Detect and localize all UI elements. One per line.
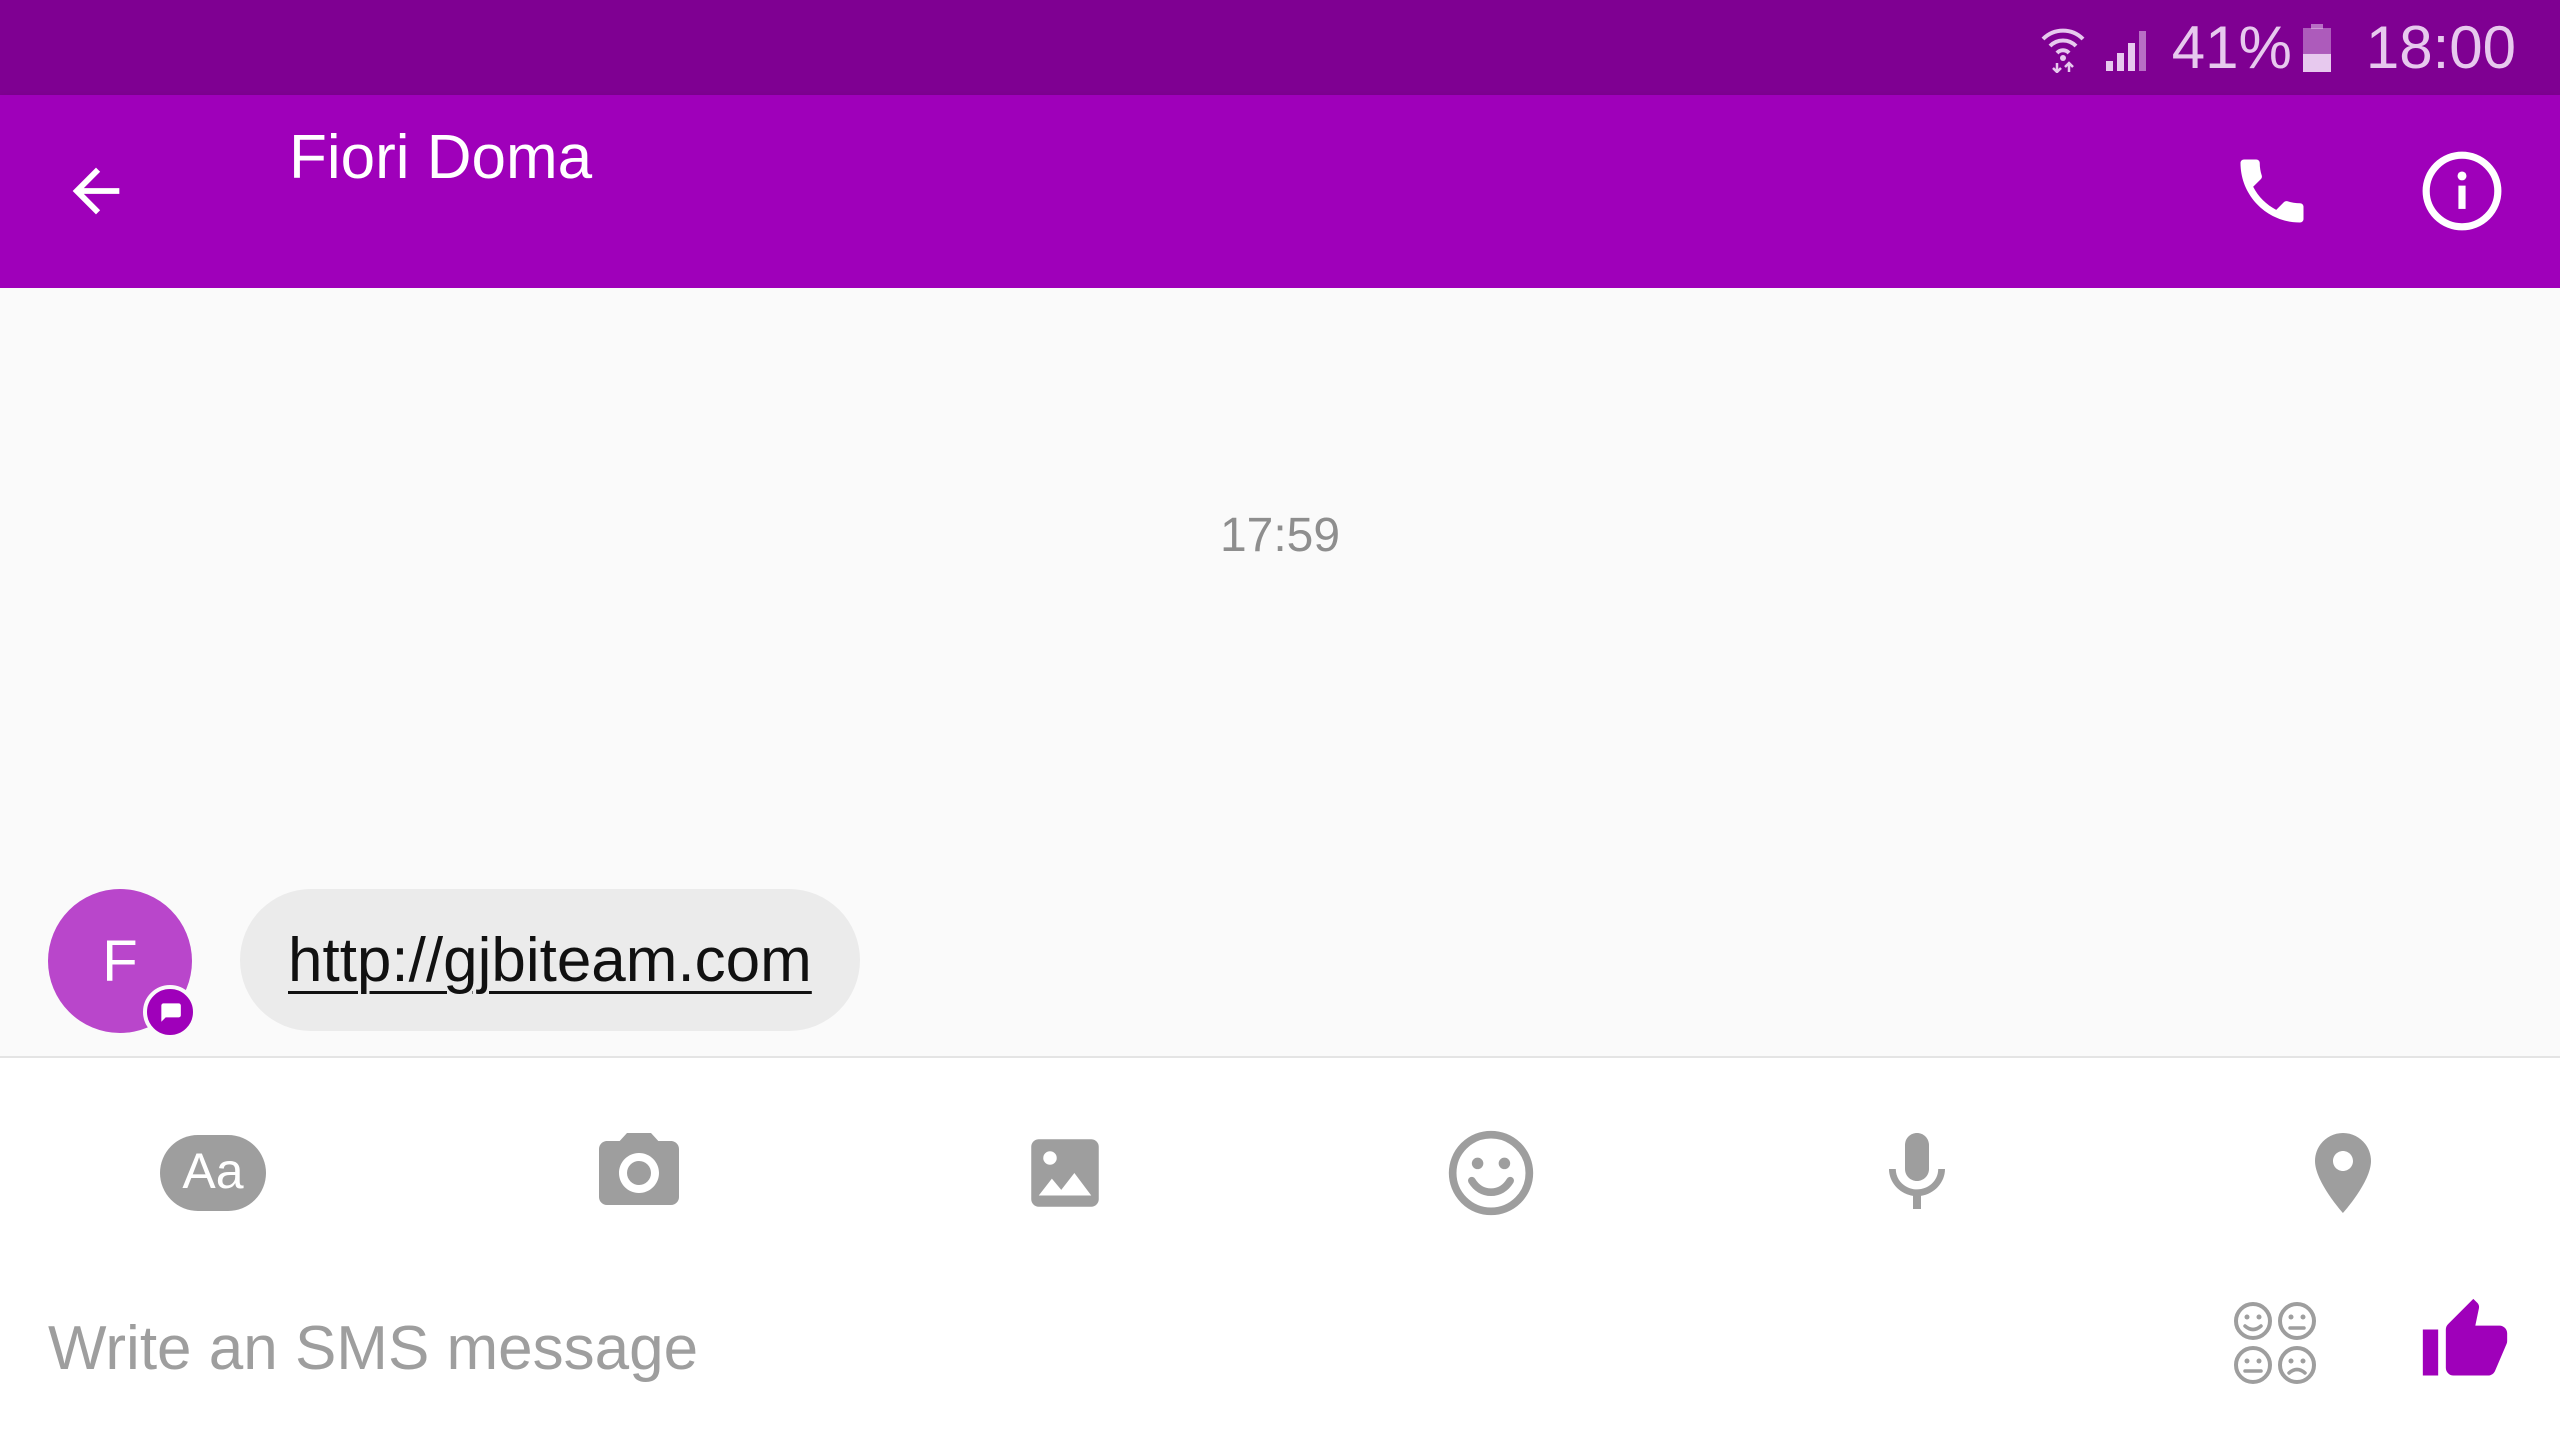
microphone-icon	[1889, 1133, 1945, 1209]
back-button[interactable]	[40, 135, 152, 247]
camera-icon	[599, 1133, 679, 1205]
signal-icon	[2104, 23, 2154, 73]
message-input[interactable]	[48, 1298, 2148, 1398]
phone-icon	[2240, 159, 2304, 223]
text-format-label: Aa	[182, 1143, 243, 1199]
composer: Aa	[0, 1056, 2560, 1440]
message-timestamp: 17:59	[1219, 509, 1341, 562]
stickers-button[interactable]	[2210, 1288, 2340, 1398]
text-format-button[interactable]: Aa	[138, 1098, 288, 1248]
location-button[interactable]	[2268, 1098, 2418, 1248]
stickers-icon	[2234, 1302, 2316, 1384]
text-format-icon: Aa	[160, 1135, 266, 1211]
message-bubble[interactable]: http://gjbiteam.com	[240, 889, 860, 1031]
emoji-button[interactable]	[1416, 1098, 1566, 1248]
camera-button[interactable]	[564, 1098, 714, 1248]
avatar-initial: F	[102, 928, 138, 994]
thumbs-up-icon	[2422, 1298, 2508, 1376]
voice-button[interactable]	[1842, 1098, 1992, 1248]
gallery-icon	[1031, 1139, 1099, 1207]
clock: 18:00	[2365, 14, 2516, 81]
battery-percent: 41%	[2171, 14, 2292, 81]
wifi-icon	[2040, 23, 2086, 73]
battery-icon	[2302, 23, 2332, 73]
info-button[interactable]	[2406, 135, 2518, 247]
emoji-icon	[1448, 1130, 1534, 1216]
status-bar: 41% 18:00	[0, 0, 2560, 95]
conversation-toolbar: Fiori Doma	[0, 95, 2560, 288]
back-arrow-icon	[72, 167, 120, 215]
contact-name: Fiori Doma	[289, 123, 593, 192]
gallery-button[interactable]	[990, 1098, 1140, 1248]
info-icon	[2422, 151, 2502, 231]
sms-badge-icon	[143, 985, 197, 1039]
location-icon	[2315, 1133, 2371, 1213]
message-link[interactable]: http://gjbiteam.com	[288, 925, 812, 996]
like-button[interactable]	[2400, 1276, 2530, 1406]
call-button[interactable]	[2216, 135, 2328, 247]
